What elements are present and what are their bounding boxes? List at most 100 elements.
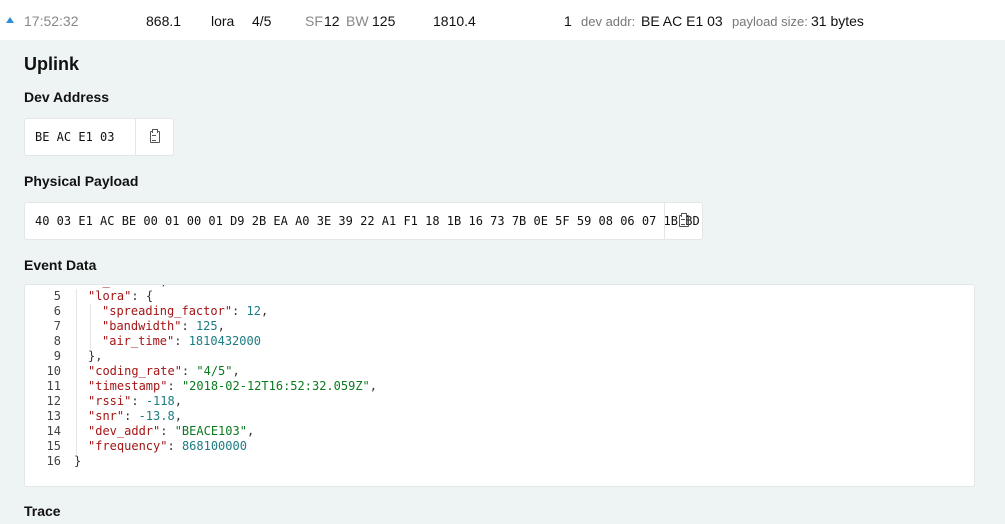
json-colon: : xyxy=(131,289,146,303)
code-text: }, xyxy=(88,349,102,364)
indent-guide xyxy=(90,334,91,349)
json-punctuation: , xyxy=(260,304,269,318)
json-key: "spreading_factor" xyxy=(102,304,233,318)
indent-guide xyxy=(76,334,77,349)
indent-guide xyxy=(76,289,77,304)
line-number: 16 xyxy=(46,454,61,468)
physical-payload-value: 40 03 E1 AC BE 00 01 00 01 D9 2B EA A0 3… xyxy=(35,214,700,228)
json-value: 125 xyxy=(195,319,218,333)
code-line: 12 "rssi": -118, xyxy=(25,394,974,409)
code-line: 11 "timestamp": "2018-02-12T16:52:32.059Z… xyxy=(25,379,974,394)
indent-guide xyxy=(76,379,77,394)
json-colon: : xyxy=(124,409,139,423)
clipboard-icon xyxy=(149,129,160,143)
code-text: } xyxy=(74,454,81,469)
indent-guide xyxy=(90,319,91,334)
code-line: 9}, xyxy=(25,349,974,364)
line-number: 6 xyxy=(53,304,61,318)
code-line: 16} xyxy=(25,454,974,469)
sf-value: 12 xyxy=(324,13,340,29)
json-value: 12 xyxy=(246,304,261,318)
bw-label: BW xyxy=(346,13,369,29)
code-text: "dev_addr": "BEACE103", xyxy=(88,424,254,439)
payload-size-value: 31 bytes xyxy=(811,13,864,29)
json-value: 868100000 xyxy=(181,439,247,453)
event-data-code: 4"f_cnt": 1,5"lora": {6"spreading_factor… xyxy=(25,285,974,469)
indent-guide xyxy=(76,349,77,364)
code-line: 10 "coding_rate": "4/5", xyxy=(25,364,974,379)
code-text: "lora": { xyxy=(88,289,153,304)
frequency: 868.1 xyxy=(146,13,182,29)
line-number: 12 xyxy=(46,394,61,408)
json-key: "air_time" xyxy=(102,334,175,348)
line-number: 9 xyxy=(53,349,61,363)
json-colon: : xyxy=(232,304,247,318)
copy-dev-address-button[interactable] xyxy=(135,119,173,155)
bw-value: 125 xyxy=(372,13,396,29)
json-colon: : xyxy=(131,394,146,408)
json-value: } xyxy=(74,454,82,468)
json-punctuation: , xyxy=(217,319,225,333)
dev-address-field: BE AC E1 03 xyxy=(24,118,174,156)
json-colon: : xyxy=(160,424,175,438)
json-colon: : xyxy=(167,439,182,453)
code-line: 7 "bandwidth": 125, xyxy=(25,319,974,334)
code-line: 5 "lora": { xyxy=(25,289,974,304)
dev-address-value: BE AC E1 03 xyxy=(35,130,115,144)
collapse-triangle-icon[interactable] xyxy=(6,17,14,23)
json-key: "snr" xyxy=(88,409,125,423)
copy-physical-payload-button[interactable] xyxy=(664,203,702,239)
code-text: "timestamp": "2018-02-12T16:52:32.059Z", xyxy=(88,379,377,394)
indent-guide xyxy=(76,394,77,409)
event-data-label: Event Data xyxy=(24,257,97,273)
json-colon: : xyxy=(181,364,197,378)
line-number: 14 xyxy=(46,424,61,438)
json-colon: : xyxy=(139,285,153,288)
code-line: 15 "frequency": 868100000 xyxy=(25,439,974,454)
json-colon: : xyxy=(167,379,182,393)
code-line: 14 "dev_addr": "BEACE103", xyxy=(25,424,974,439)
json-value: }, xyxy=(88,349,103,363)
json-value: "4/5" xyxy=(196,364,233,378)
json-key: "timestamp" xyxy=(88,379,168,393)
time: 17:52:32 xyxy=(24,13,79,29)
line-number: 8 xyxy=(53,334,61,348)
json-value: { xyxy=(145,289,154,303)
indent-guide xyxy=(76,304,77,319)
json-punctuation: , xyxy=(232,364,240,378)
event-data-editor[interactable]: 4"f_cnt": 1,5"lora": {6"spreading_factor… xyxy=(24,284,975,487)
code-text: "snr": -13.8, xyxy=(88,409,182,424)
modulation: lora xyxy=(211,13,235,29)
clipboard-icon xyxy=(678,213,689,227)
line-number: 13 xyxy=(46,409,61,423)
indent-guide xyxy=(76,424,77,439)
line-number: 11 xyxy=(46,379,61,393)
code-line: 13 "snr": -13.8, xyxy=(25,409,974,424)
dev-address-label: Dev Address xyxy=(24,89,110,105)
json-colon: : xyxy=(181,319,196,333)
indent-guide xyxy=(76,439,77,454)
json-key: "lora" xyxy=(88,289,132,303)
section-title: Uplink xyxy=(24,54,80,74)
code-text: "air_time": 1810432000 xyxy=(102,334,261,349)
code-text: "coding_rate": "4/5", xyxy=(88,364,240,379)
trace-label: Trace xyxy=(24,503,61,519)
code-text: "frequency": 868100000 xyxy=(88,439,247,454)
indent-guide xyxy=(76,319,77,334)
count: 1 xyxy=(564,13,572,29)
json-key: "dev_addr" xyxy=(88,424,161,438)
uplink-summary-row[interactable]: 17:52:32 868.1 lora 4/5 SF 12 BW 125 181… xyxy=(0,0,1005,40)
json-punctuation: , xyxy=(174,394,182,408)
line-number: 10 xyxy=(46,364,61,378)
json-value: "2018-02-12T16:52:32.059Z" xyxy=(181,379,370,393)
json-punctuation: , xyxy=(246,424,255,438)
json-value: -13.8 xyxy=(138,409,175,423)
json-punctuation: , xyxy=(160,285,167,288)
code-line: 8 "air_time": 1810432000 xyxy=(25,334,974,349)
json-punctuation: , xyxy=(369,379,378,393)
code-text: "rssi": -118, xyxy=(88,394,182,409)
code-text: "bandwidth": 125, xyxy=(102,319,225,334)
dev-addr-value: BE AC E1 03 xyxy=(641,13,723,29)
airtime: 1810.4 xyxy=(433,13,476,29)
json-value: "BEACE103" xyxy=(174,424,247,438)
